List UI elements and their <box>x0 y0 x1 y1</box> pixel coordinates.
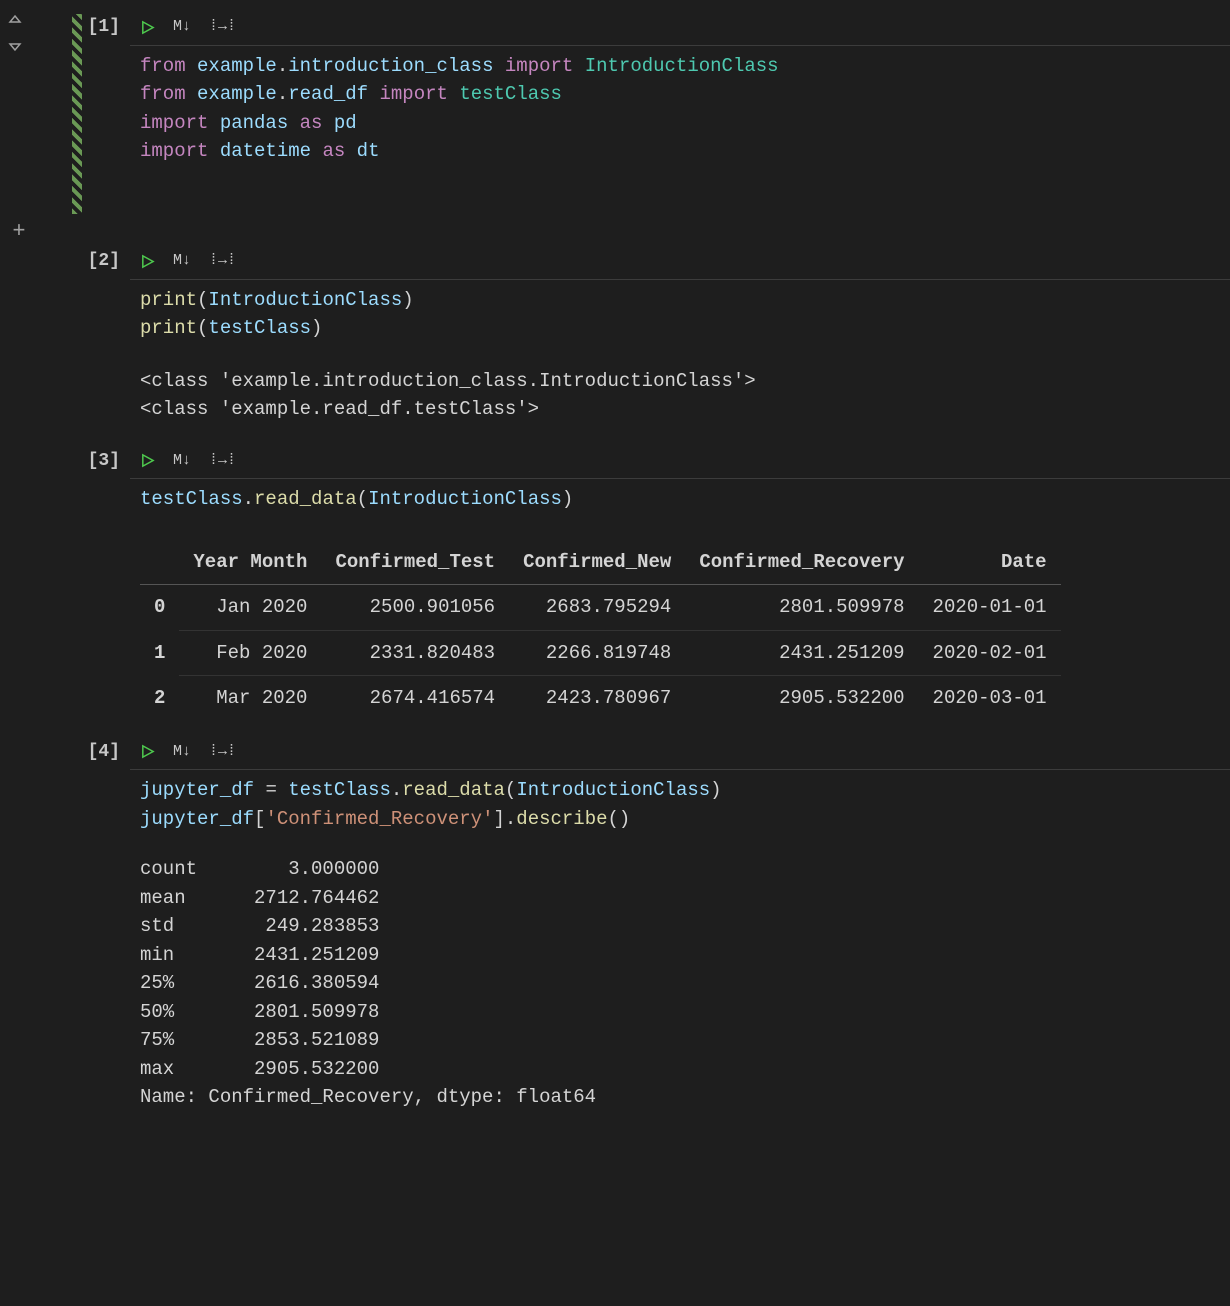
code-editor[interactable]: testClass.read_data(IntroductionClass) <box>130 479 1230 528</box>
cell-toolbar: M↓ ⁞→⁞ <box>130 733 1230 771</box>
table-row: 2 Mar 2020 2674.416574 2423.780967 2905.… <box>140 676 1061 721</box>
col-header: Date <box>919 540 1061 585</box>
col-header: Confirmed_New <box>509 540 685 585</box>
notebook: [1] M↓ ⁞→⁞ from example.introduction_cla… <box>0 0 1230 1124</box>
cell-toolbar: M↓ ⁞→⁞ <box>130 8 1230 46</box>
cell-4: [4] M↓ ⁞→⁞ jupyter_df = testClass.read_d… <box>0 733 1230 1124</box>
cell-toolbar: M↓ ⁞→⁞ <box>130 442 1230 480</box>
row-index: 0 <box>140 585 179 631</box>
dataframe-output: Year Month Confirmed_Test Confirmed_New … <box>140 540 1061 721</box>
run-cell-icon[interactable] <box>140 20 155 35</box>
cell-toolbar: M↓ ⁞→⁞ <box>130 242 1230 280</box>
col-header: Confirmed_Test <box>321 540 509 585</box>
split-cell-button[interactable]: ⁞→⁞ <box>209 741 236 764</box>
row-index: 2 <box>140 676 179 721</box>
split-cell-button[interactable]: ⁞→⁞ <box>209 250 236 273</box>
table-row: 1 Feb 2020 2331.820483 2266.819748 2431.… <box>140 630 1061 676</box>
markdown-toggle-button[interactable]: M↓ <box>173 450 191 473</box>
describe-output: count 3.000000 mean 2712.764462 std 249.… <box>130 847 1230 1124</box>
move-down-icon[interactable] <box>4 34 26 56</box>
split-cell-button[interactable]: ⁞→⁞ <box>209 450 236 473</box>
run-cell-icon[interactable] <box>140 453 155 468</box>
execution-count: [1] <box>88 14 120 41</box>
cell-3: [3] M↓ ⁞→⁞ testClass.read_data(Introduct… <box>0 442 1230 733</box>
code-editor[interactable]: from example.introduction_class import I… <box>130 46 1230 180</box>
table-row: 0 Jan 2020 2500.901056 2683.795294 2801.… <box>140 585 1061 631</box>
cell-gutter: [1] <box>0 8 130 214</box>
cell-output: <class 'example.introduction_class.Intro… <box>130 357 1230 442</box>
markdown-toggle-button[interactable]: M↓ <box>173 250 191 273</box>
cell-2: [2] M↓ ⁞→⁞ print(IntroductionClass) prin… <box>0 242 1230 442</box>
modified-indicator-icon <box>72 14 82 214</box>
markdown-toggle-button[interactable]: M↓ <box>173 741 191 764</box>
code-editor[interactable]: jupyter_df = testClass.read_data(Introdu… <box>130 770 1230 847</box>
cell-1: [1] M↓ ⁞→⁞ from example.introduction_cla… <box>0 8 1230 214</box>
execution-count: [3] <box>88 448 120 475</box>
table-header-row: Year Month Confirmed_Test Confirmed_New … <box>140 540 1061 585</box>
split-cell-button[interactable]: ⁞→⁞ <box>209 16 236 39</box>
move-up-icon[interactable] <box>4 10 26 32</box>
row-index: 1 <box>140 630 179 676</box>
add-cell-row: + <box>0 214 1230 242</box>
markdown-toggle-button[interactable]: M↓ <box>173 16 191 39</box>
execution-count: [4] <box>88 739 120 766</box>
run-cell-icon[interactable] <box>140 254 155 269</box>
execution-count: [2] <box>88 248 120 275</box>
col-header: Year Month <box>179 540 321 585</box>
add-cell-icon[interactable]: + <box>8 220 30 242</box>
col-header: Confirmed_Recovery <box>685 540 918 585</box>
code-editor[interactable]: print(IntroductionClass) print(testClass… <box>130 280 1230 357</box>
run-cell-icon[interactable] <box>140 744 155 759</box>
